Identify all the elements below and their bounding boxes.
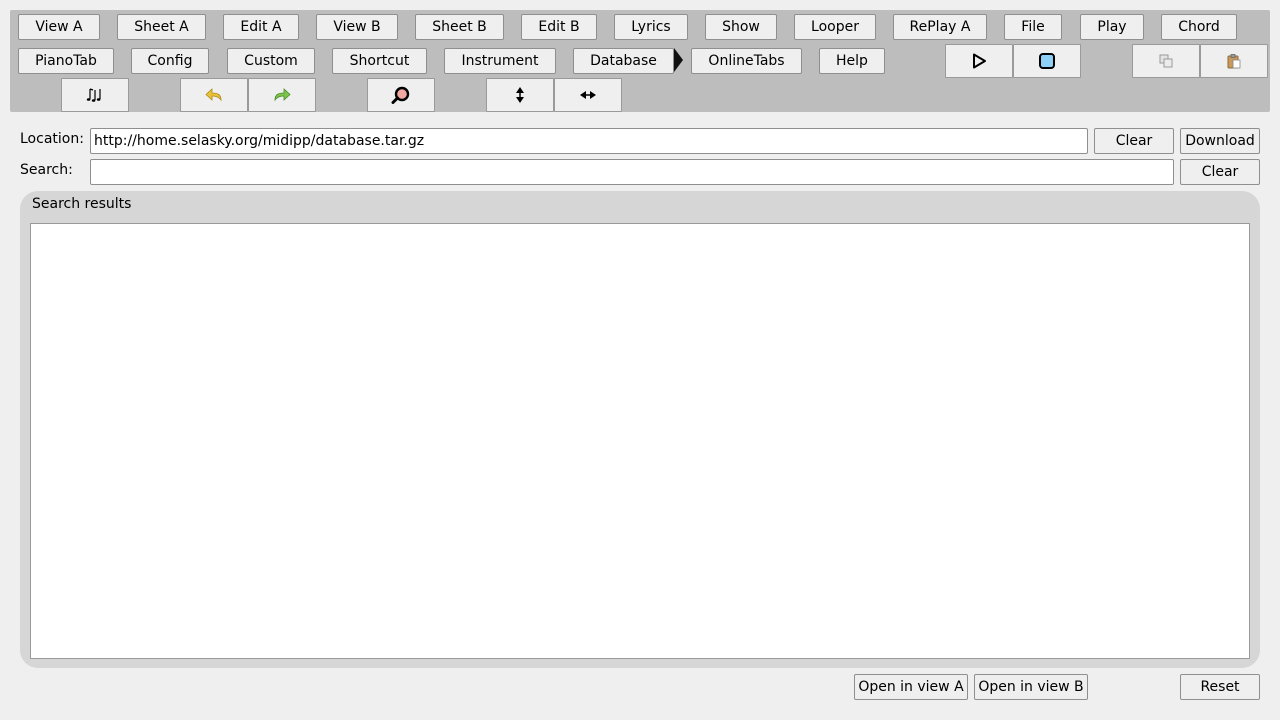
paste-icon bbox=[1227, 54, 1241, 69]
search-results-list[interactable] bbox=[30, 223, 1250, 659]
play-icon bbox=[973, 53, 986, 69]
stop-button[interactable] bbox=[1013, 44, 1081, 78]
location-clear-button[interactable]: Clear bbox=[1094, 128, 1174, 154]
tab-chord[interactable]: Chord bbox=[1161, 14, 1237, 40]
tab-sheet-a[interactable]: Sheet A bbox=[117, 14, 206, 40]
tab-edit-a[interactable]: Edit A bbox=[223, 14, 299, 40]
location-input[interactable] bbox=[90, 128, 1088, 154]
download-button[interactable]: Download bbox=[1180, 128, 1260, 154]
tab-view-a[interactable]: View A bbox=[18, 14, 100, 40]
play-button[interactable] bbox=[945, 44, 1013, 78]
music-notes-icon bbox=[86, 88, 101, 102]
tab-pianotab[interactable]: PianoTab bbox=[18, 48, 114, 74]
tab-sheet-b[interactable]: Sheet B bbox=[415, 14, 504, 40]
copy-icon bbox=[1159, 54, 1173, 68]
redo-button[interactable] bbox=[248, 78, 316, 112]
open-in-view-b-button[interactable]: Open in view B bbox=[974, 674, 1088, 700]
magnifier-icon bbox=[391, 86, 410, 104]
active-tab-marker bbox=[674, 48, 683, 72]
tab-view-b[interactable]: View B bbox=[316, 14, 398, 40]
search-label: Search: bbox=[20, 162, 73, 178]
tab-lyrics[interactable]: Lyrics bbox=[614, 14, 688, 40]
tab-edit-b[interactable]: Edit B bbox=[521, 14, 597, 40]
tab-config[interactable]: Config bbox=[131, 48, 209, 74]
vertical-resize-icon bbox=[516, 87, 524, 103]
tab-file[interactable]: File bbox=[1004, 14, 1062, 40]
horizontal-resize-icon bbox=[580, 91, 596, 99]
search-clear-button[interactable]: Clear bbox=[1180, 159, 1260, 185]
copy-button[interactable] bbox=[1132, 44, 1200, 78]
notes-button[interactable] bbox=[61, 78, 129, 112]
main-toolbar: View A Sheet A Edit A View B Sheet B Edi… bbox=[10, 10, 1270, 112]
paste-button[interactable] bbox=[1200, 44, 1268, 78]
tab-database[interactable]: Database bbox=[573, 48, 674, 74]
search-results-group: Search results bbox=[20, 191, 1260, 668]
undo-icon bbox=[205, 88, 222, 102]
undo-button[interactable] bbox=[180, 78, 248, 112]
search-tool-button[interactable] bbox=[367, 78, 435, 112]
tab-custom[interactable]: Custom bbox=[227, 48, 315, 74]
reset-button[interactable]: Reset bbox=[1180, 674, 1260, 700]
search-input[interactable] bbox=[90, 159, 1174, 185]
tab-instrument[interactable]: Instrument bbox=[444, 48, 556, 74]
location-label: Location: bbox=[20, 131, 84, 147]
redo-icon bbox=[274, 88, 291, 102]
search-results-title: Search results bbox=[32, 196, 132, 212]
open-in-view-a-button[interactable]: Open in view A bbox=[854, 674, 968, 700]
tab-replay-a[interactable]: RePlay A bbox=[893, 14, 987, 40]
tab-shortcut[interactable]: Shortcut bbox=[332, 48, 427, 74]
tab-show[interactable]: Show bbox=[705, 14, 777, 40]
tab-looper[interactable]: Looper bbox=[794, 14, 876, 40]
tab-help[interactable]: Help bbox=[819, 48, 885, 74]
tab-onlinetabs[interactable]: OnlineTabs bbox=[691, 48, 802, 74]
vertical-resize-button[interactable] bbox=[486, 78, 554, 112]
stop-icon bbox=[1039, 53, 1055, 69]
tab-play[interactable]: Play bbox=[1080, 14, 1144, 40]
horizontal-resize-button[interactable] bbox=[554, 78, 622, 112]
